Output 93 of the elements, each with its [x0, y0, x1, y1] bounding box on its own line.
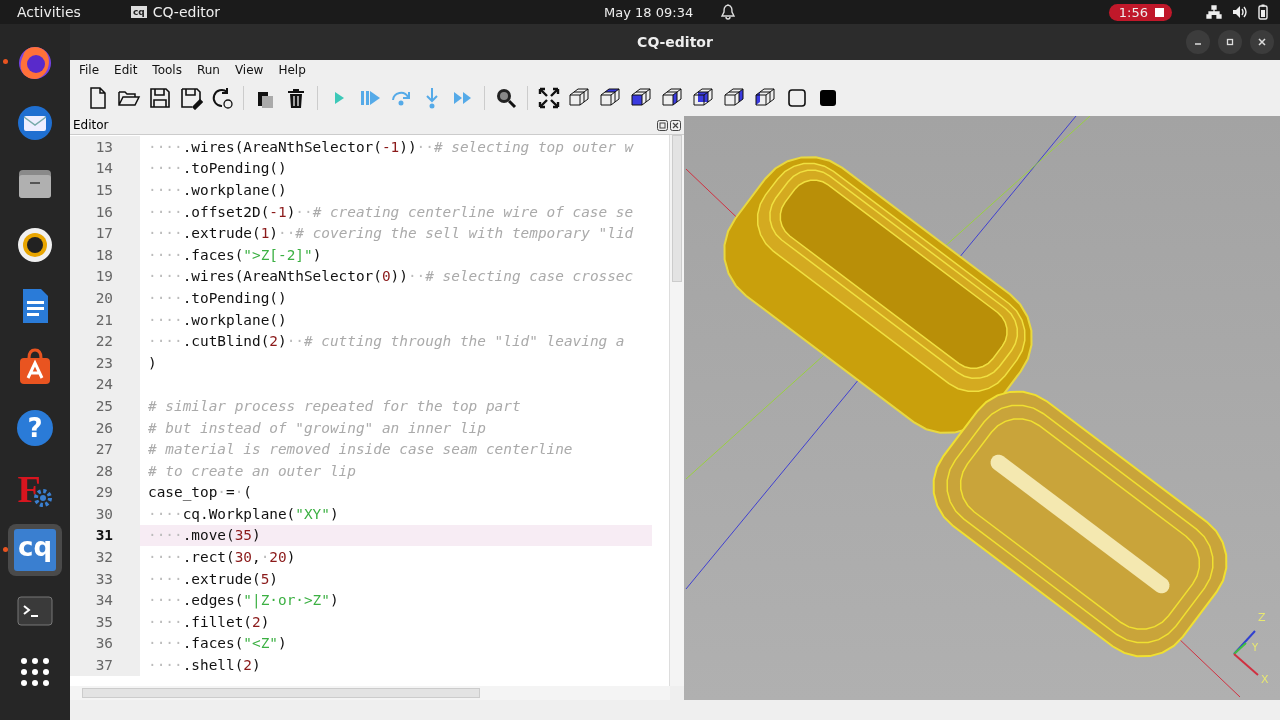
panel-title: Editor [73, 118, 109, 132]
code-line: ····.cutBlind(2)··# cutting through the "lid" leaving a [148, 333, 625, 350]
menu-item[interactable]: Edit [114, 63, 138, 77]
line-number: 13 [70, 136, 140, 158]
bell-icon [721, 4, 736, 20]
terminal-icon [15, 594, 55, 628]
line-number: 36 [70, 632, 140, 655]
code-line: # but instead of "growing" an inner lip [148, 419, 486, 436]
line-number: 27 [70, 438, 140, 460]
axis-label: Y [1252, 642, 1259, 653]
line-number: 35 [70, 611, 140, 633]
code-line: ····.wires(AreaNthSelector(-1))··# selecting top outer w [148, 138, 634, 155]
speaker-icon [15, 225, 55, 265]
line-number: 19 [70, 265, 140, 288]
app-icon: cq [130, 6, 147, 18]
line-number: 16 [70, 200, 140, 223]
line-number: 32 [70, 546, 140, 568]
code-line: ····.faces("<Z") [148, 635, 287, 652]
float-icon[interactable] [657, 119, 668, 131]
line-number: 17 [70, 222, 140, 244]
square-outline-icon[interactable] [785, 86, 809, 110]
save-icon[interactable] [148, 86, 172, 110]
menu-item[interactable]: Help [278, 63, 306, 77]
vertical-scrollbar[interactable] [669, 135, 684, 686]
code-line: ····.extrude(5) [148, 570, 278, 587]
axis-gizmo [1233, 630, 1259, 676]
app-menu[interactable]: CQ-editor [152, 4, 221, 20]
code-line: ····.faces(">Z[-2]") [148, 246, 322, 263]
code-line: # similar process repeated for the top part [148, 397, 521, 414]
menu-item[interactable]: Run [196, 63, 220, 77]
expand-icon[interactable] [537, 86, 561, 110]
code-line: ····.edges("|Z·or·>Z") [148, 592, 339, 609]
line-number: 33 [70, 567, 140, 590]
line-number: 21 [70, 308, 140, 331]
code-line: case_top·=·( [148, 484, 252, 501]
line-number: 20 [70, 287, 140, 309]
line-number: 37 [70, 654, 140, 676]
line-number: 26 [70, 416, 140, 439]
code-line: ····.workplane() [148, 182, 287, 198]
close-button[interactable] [1250, 30, 1274, 54]
line-number: 23 [70, 351, 140, 374]
menu-item[interactable]: View [234, 63, 264, 77]
line-number: 28 [70, 459, 140, 482]
app-grid-icon [19, 656, 51, 688]
dock-item[interactable]: ? [8, 402, 62, 454]
code-line: ) [148, 354, 157, 371]
line-number: 31 [94, 526, 114, 546]
minimize-button[interactable] [1186, 30, 1210, 54]
line-number: 24 [70, 373, 140, 396]
horizontal-scrollbar[interactable] [70, 686, 670, 700]
line-number: 18 [70, 243, 140, 266]
menu-item[interactable]: File [79, 63, 100, 77]
menu-item[interactable]: Tools [152, 63, 182, 77]
clock[interactable]: May 18 09:34 [604, 4, 694, 20]
line-number: 25 [70, 395, 140, 417]
zoom-icon[interactable] [494, 86, 518, 110]
activities-button[interactable]: Activities [17, 4, 81, 20]
line-number: 15 [70, 179, 140, 201]
reload-icon[interactable] [210, 86, 234, 110]
line-number: 30 [70, 503, 140, 525]
line-number: 29 [70, 481, 140, 504]
dock-item[interactable]: cq [8, 524, 62, 576]
code-line: ····cq.Workplane("XY") [148, 505, 339, 522]
maximize-button[interactable] [1218, 30, 1242, 54]
line-number: 22 [70, 330, 140, 352]
code-line: # material is removed inside case seam centerline [148, 441, 573, 458]
line-number: 34 [70, 589, 140, 612]
recording-indicator[interactable]: 1:56 [1108, 3, 1172, 21]
save-as-icon[interactable] [179, 86, 203, 110]
help-icon: ? [17, 410, 53, 446]
code-line: ····.shell(2) [148, 657, 261, 674]
code-line: ····.toPending() [148, 289, 287, 306]
volume-icon[interactable] [1232, 5, 1248, 19]
line-number: 14 [70, 157, 140, 180]
axis-label: X [1261, 673, 1269, 686]
maximize-icon [1225, 37, 1235, 47]
code-line: ····.toPending() [148, 160, 287, 177]
battery-icon[interactable] [1258, 4, 1268, 20]
window-title: CQ-editor [637, 34, 713, 50]
axis-label: Z [1258, 611, 1266, 624]
cq-app-icon: cq [14, 529, 56, 571]
code-line: ····.offset2D(-1)··# creating centerline wire of case se [148, 203, 634, 220]
network-icon[interactable] [1206, 5, 1222, 19]
code-line: ····.fillet(2) [148, 613, 270, 630]
close-icon [1257, 37, 1267, 47]
code-line: ····.workplane() [148, 311, 287, 328]
code-line: ····.extrude(1)··# covering the sell with temporary "lid [148, 225, 634, 242]
code-line: # to create an outer lip [148, 462, 356, 479]
mail-icon [15, 103, 55, 143]
code-line: ····.rect(30,·20) [148, 549, 296, 566]
close-icon[interactable] [670, 119, 681, 131]
code-line: ····.wires(AreaNthSelector(0))··# selecting case crossec [148, 268, 634, 285]
code-line: ····.move(35) [148, 527, 261, 544]
